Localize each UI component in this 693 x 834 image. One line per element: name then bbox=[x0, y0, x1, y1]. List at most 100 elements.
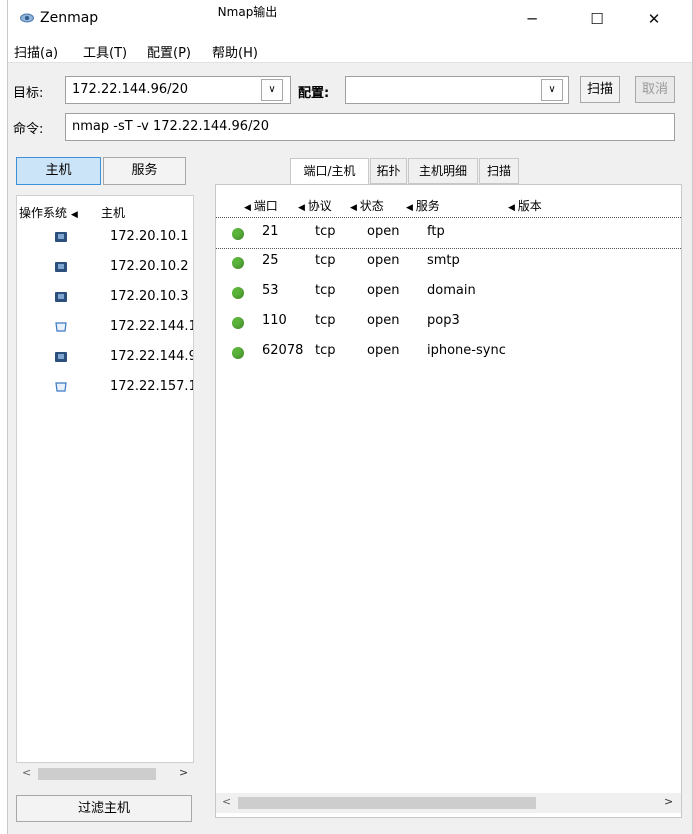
port-number: 110 bbox=[262, 313, 287, 328]
column-header-state[interactable]: ◀ 状态 bbox=[350, 197, 384, 214]
host-row[interactable]: 172.22.157.1 bbox=[17, 372, 194, 402]
menu-help[interactable]: 帮助(H) bbox=[212, 42, 258, 61]
scroll-left-icon[interactable]: < bbox=[22, 766, 31, 779]
host-list-panel: 操作系统 ◀ 主机 172.20.10.1 172.20.10.2 172.20… bbox=[16, 195, 194, 763]
port-number: 53 bbox=[262, 283, 279, 298]
host-ip: 172.22.144.1 bbox=[110, 319, 194, 334]
cancel-button[interactable]: 取消 bbox=[635, 76, 675, 103]
column-header-version[interactable]: ◀ 版本 bbox=[508, 197, 542, 214]
port-row[interactable]: 53 tcp open domain bbox=[216, 277, 681, 307]
ports-table-header: ◀ 端口 ◀ 协议 ◀ 状态 ◀ 服务 ◀ 版本 bbox=[216, 195, 681, 215]
port-open-icon bbox=[232, 347, 244, 359]
command-input[interactable]: nmap -sT -v 172.22.144.96/20 bbox=[65, 113, 675, 141]
port-state: open bbox=[367, 253, 400, 268]
host-row[interactable]: 172.22.144.1 bbox=[17, 312, 194, 342]
command-value: nmap -sT -v 172.22.144.96/20 bbox=[72, 119, 269, 134]
command-label: 命令: bbox=[13, 122, 44, 137]
host-unknown-icon bbox=[55, 382, 67, 392]
filter-hosts-button[interactable]: 过滤主机 bbox=[16, 795, 192, 822]
port-protocol: tcp bbox=[315, 313, 336, 328]
host-ip: 172.20.10.1 bbox=[110, 229, 189, 244]
menu-profile[interactable]: 配置(P) bbox=[147, 42, 191, 61]
services-view-button[interactable]: 服务 bbox=[103, 157, 186, 185]
port-row[interactable]: 110 tcp open pop3 bbox=[216, 307, 681, 337]
port-number: 62078 bbox=[262, 343, 304, 358]
port-row[interactable]: 21 tcp open ftp bbox=[216, 217, 681, 249]
tab-scans[interactable]: 扫描 bbox=[479, 158, 519, 184]
port-service: smtp bbox=[427, 253, 460, 268]
target-label: 目标: bbox=[13, 86, 44, 101]
host-row[interactable]: 172.22.144.9 bbox=[17, 342, 194, 372]
host-column-header[interactable]: 主机 bbox=[101, 204, 125, 221]
tab-ports-hosts[interactable]: 端口/主机 bbox=[290, 158, 369, 185]
tab-host-details[interactable]: 主机明细 bbox=[408, 158, 478, 184]
port-state: open bbox=[367, 283, 400, 298]
tab-topology[interactable]: 拓扑 bbox=[370, 158, 407, 184]
port-row[interactable]: 25 tcp open smtp bbox=[216, 247, 681, 277]
title-bar: Zenmap ─ ☐ ✕ bbox=[8, 0, 692, 38]
host-unknown-icon bbox=[55, 322, 67, 332]
port-state: open bbox=[367, 343, 400, 358]
scroll-right-icon[interactable]: > bbox=[179, 766, 188, 779]
profile-dropdown-button[interactable]: ∨ bbox=[541, 79, 563, 101]
host-ip: 172.20.10.2 bbox=[110, 259, 189, 274]
target-input[interactable]: 172.22.144.96/20 bbox=[65, 76, 291, 104]
sort-arrow-icon: ◀ bbox=[298, 203, 308, 213]
port-number: 21 bbox=[262, 224, 279, 239]
tab-nmap-output[interactable]: Nmap输出 bbox=[206, 0, 289, 26]
zenmap-window: Zenmap ─ ☐ ✕ 扫描(a) 工具(T) 配置(P) 帮助(H) 目标:… bbox=[7, 0, 693, 834]
chevron-down-icon: ∨ bbox=[268, 84, 276, 95]
os-column-header[interactable]: 操作系统 ◀ bbox=[19, 204, 78, 221]
host-row[interactable]: 172.20.10.1 bbox=[17, 222, 193, 252]
port-protocol: tcp bbox=[315, 283, 336, 298]
port-open-icon bbox=[232, 257, 244, 269]
target-value: 172.22.144.96/20 bbox=[72, 82, 189, 97]
port-number: 25 bbox=[262, 253, 279, 268]
profile-select[interactable] bbox=[345, 76, 569, 104]
host-ip: 172.22.157.1 bbox=[110, 379, 194, 394]
sort-arrow-icon: ◀ bbox=[350, 203, 360, 213]
scan-button[interactable]: 扫描 bbox=[580, 76, 620, 103]
port-open-icon bbox=[232, 228, 244, 240]
port-protocol: tcp bbox=[315, 224, 336, 239]
sort-arrow-icon: ◀ bbox=[70, 210, 78, 220]
menu-scan[interactable]: 扫描(a) bbox=[14, 42, 58, 61]
menu-bar: 扫描(a) 工具(T) 配置(P) 帮助(H) bbox=[8, 38, 692, 63]
port-service: domain bbox=[427, 283, 476, 298]
target-dropdown-button[interactable]: ∨ bbox=[261, 79, 283, 101]
port-protocol: tcp bbox=[315, 343, 336, 358]
host-windows-icon bbox=[55, 292, 67, 302]
profile-label: 配置: bbox=[298, 86, 330, 101]
port-open-icon bbox=[232, 287, 244, 299]
ports-panel: ◀ 端口 ◀ 协议 ◀ 状态 ◀ 服务 ◀ 版本 21 tcp open ftp… bbox=[215, 184, 682, 818]
port-service: pop3 bbox=[427, 313, 460, 328]
host-windows-icon bbox=[55, 232, 67, 242]
column-header-port[interactable]: ◀ 端口 bbox=[244, 197, 278, 214]
port-state: open bbox=[367, 313, 400, 328]
chevron-down-icon: ∨ bbox=[548, 84, 556, 95]
close-button[interactable]: ✕ bbox=[631, 0, 677, 38]
column-header-service[interactable]: ◀ 服务 bbox=[406, 197, 440, 214]
hosts-view-button[interactable]: 主机 bbox=[16, 157, 101, 185]
port-open-icon bbox=[232, 317, 244, 329]
column-header-protocol[interactable]: ◀ 协议 bbox=[298, 197, 332, 214]
host-ip: 172.22.144.9 bbox=[110, 349, 194, 364]
host-list-hscrollbar[interactable]: < > bbox=[16, 764, 194, 784]
ports-hscrollbar[interactable]: < > bbox=[216, 793, 681, 813]
host-windows-icon bbox=[55, 262, 67, 272]
scroll-left-icon[interactable]: < bbox=[222, 795, 231, 808]
zenmap-logo-icon bbox=[20, 13, 34, 23]
sort-arrow-icon: ◀ bbox=[406, 203, 416, 213]
port-row[interactable]: 62078 tcp open iphone-sync bbox=[216, 337, 681, 367]
host-row[interactable]: 172.20.10.3 bbox=[17, 282, 193, 312]
scroll-right-icon[interactable]: > bbox=[664, 795, 673, 808]
menu-tools[interactable]: 工具(T) bbox=[83, 42, 127, 61]
scroll-thumb[interactable] bbox=[38, 768, 156, 780]
minimize-button[interactable]: ─ bbox=[509, 0, 555, 38]
port-service: ftp bbox=[427, 224, 445, 239]
maximize-button[interactable]: ☐ bbox=[574, 0, 620, 38]
host-row[interactable]: 172.20.10.2 bbox=[17, 252, 193, 282]
port-service: iphone-sync bbox=[427, 343, 506, 358]
sort-arrow-icon: ◀ bbox=[244, 203, 254, 213]
scroll-thumb[interactable] bbox=[238, 797, 536, 809]
